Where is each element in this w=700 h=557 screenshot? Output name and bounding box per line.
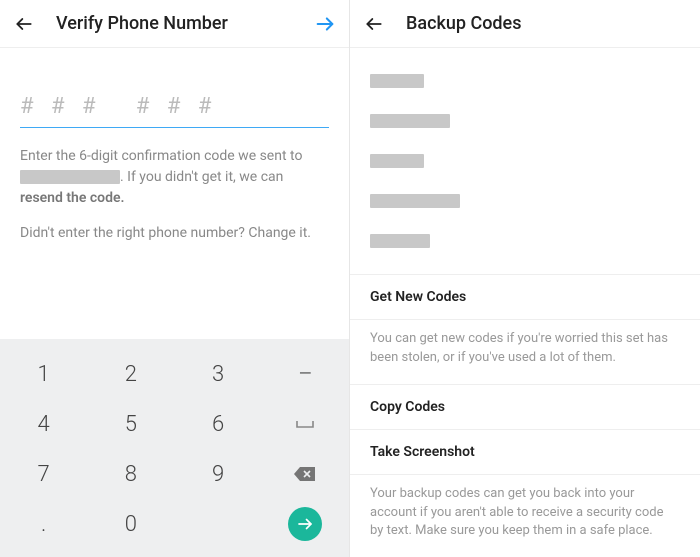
key-empty [175,499,262,549]
arrow-right-circle-icon [296,515,314,533]
get-new-codes-description: You can get new codes if you're worried … [350,320,700,384]
backup-code-redacted [370,74,424,88]
wrong-number-text: Didn't enter the right phone number? Cha… [20,223,329,244]
verify-content: Enter the 6-digit confirmation code we s… [0,48,349,260]
key-2[interactable]: 2 [87,349,174,399]
help-prefix: Enter the 6-digit confirmation code we s… [20,148,302,164]
backup-codes-list [350,48,700,248]
page-title-right: Backup Codes [406,13,688,34]
wrong-number-prefix: Didn't enter the right phone number? [20,225,248,241]
space-icon [295,418,315,430]
key-0[interactable]: 0 [87,499,174,549]
back-button-right[interactable] [362,12,386,36]
change-number-link[interactable]: Change it. [248,225,311,241]
backup-code-redacted [370,114,450,128]
resend-code-link[interactable]: resend the code. [20,190,125,206]
backup-code-redacted [370,194,460,208]
next-button[interactable] [313,12,337,36]
backup-codes-pane: Backup Codes Get New Codes You can get n… [350,0,700,557]
back-button[interactable] [12,12,36,36]
header-right: Backup Codes [350,0,700,48]
key-6[interactable]: 6 [175,399,262,449]
redacted-phone [20,170,120,184]
key-enter[interactable] [262,499,349,549]
key-backspace[interactable] [262,449,349,499]
arrow-left-icon [364,14,384,34]
key-7[interactable]: 7 [0,449,87,499]
help-text: Enter the 6-digit confirmation code we s… [20,146,329,209]
key-9[interactable]: 9 [175,449,262,499]
backspace-icon [293,465,317,483]
verify-phone-pane: Verify Phone Number Enter the 6-digit co… [0,0,350,557]
arrow-right-icon [314,13,336,35]
key-5[interactable]: 5 [87,399,174,449]
key-period[interactable]: . [0,499,87,549]
key-1[interactable]: 1 [0,349,87,399]
get-new-codes-button[interactable]: Get New Codes [350,275,700,319]
key-4[interactable]: 4 [0,399,87,449]
key-space[interactable] [262,399,349,449]
copy-codes-button[interactable]: Copy Codes [350,385,700,429]
take-screenshot-button[interactable]: Take Screenshot [350,430,700,474]
key-dash[interactable]: – [262,349,349,399]
confirmation-code-input[interactable] [20,64,329,128]
help-mid: . If you didn't get it, we can [120,169,283,185]
backup-codes-footer-description: Your backup codes can get you back into … [350,475,700,557]
key-8[interactable]: 8 [87,449,174,499]
key-3[interactable]: 3 [175,349,262,399]
page-title: Verify Phone Number [56,13,313,34]
backup-code-redacted [370,234,430,248]
arrow-left-icon [14,14,34,34]
header-left: Verify Phone Number [0,0,349,48]
numeric-keypad: 1 2 3 – 4 5 6 7 8 9 . 0 [0,339,349,557]
backup-code-redacted [370,154,424,168]
